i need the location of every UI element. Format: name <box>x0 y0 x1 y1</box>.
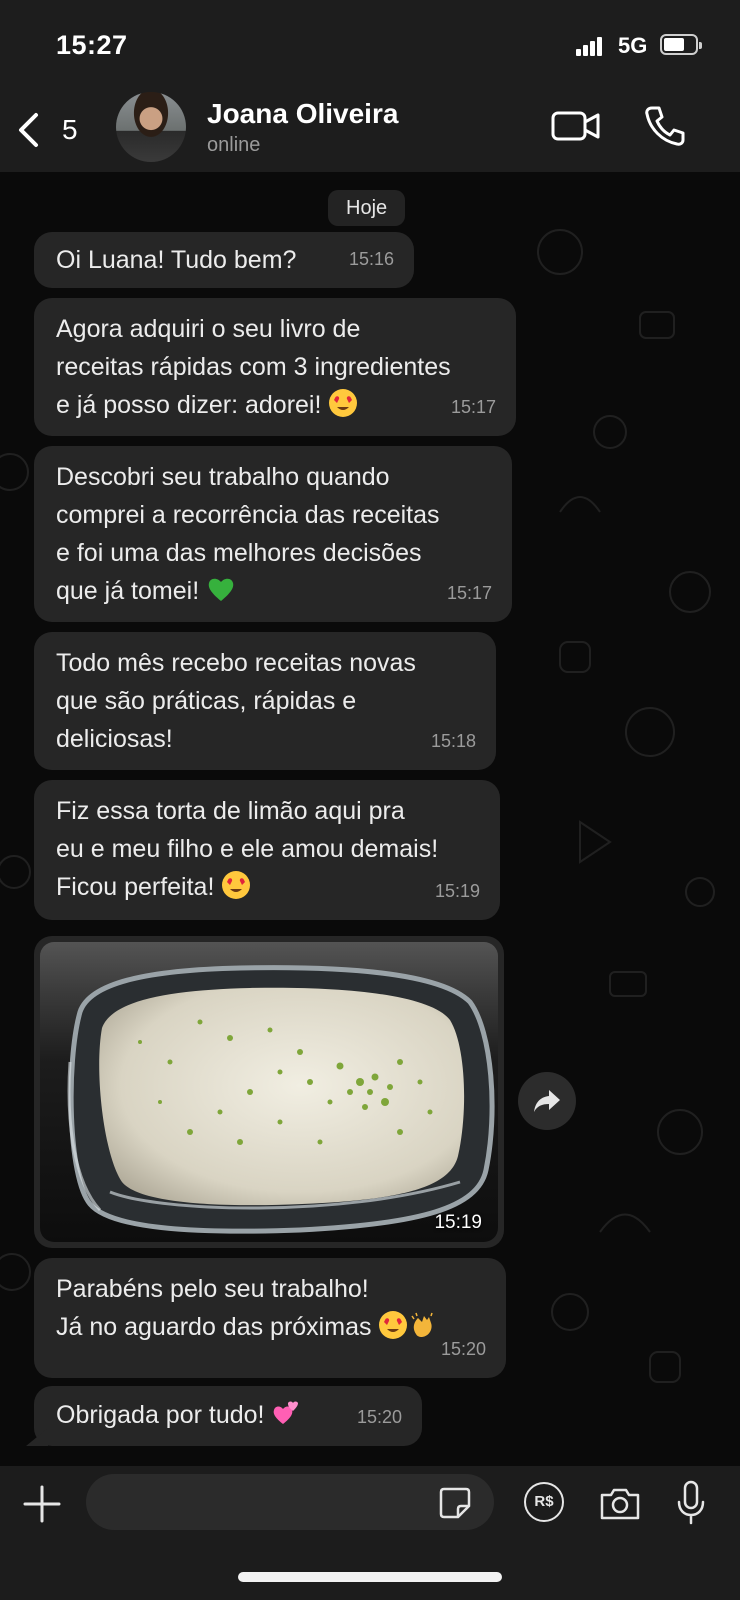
message-text: Obrigada por tudo! <box>56 1396 400 1434</box>
status-time: 15:27 <box>56 30 128 60</box>
message-time: 15:18 <box>430 731 476 751</box>
signal-icon <box>576 36 606 56</box>
message-bubble[interactable]: Parabéns pelo seu trabalho! Já no aguard… <box>34 1258 506 1378</box>
input-bar: R$ <box>0 1466 740 1600</box>
green-heart-emoji <box>208 578 234 601</box>
message-input[interactable] <box>86 1474 494 1530</box>
forward-icon <box>534 1090 560 1112</box>
message-time: 15:17 <box>446 583 492 603</box>
message-bubble[interactable]: Agora adquiri o seu livro de receitas rá… <box>34 298 516 436</box>
message-text: Fiz essa torta de limão aqui pra eu e me… <box>56 797 439 901</box>
message-time: 15:19 <box>434 881 480 901</box>
message-bubble[interactable]: Descobri seu trabalho quando comprei a r… <box>34 446 512 622</box>
message-time: 15:20 <box>356 1407 402 1427</box>
photo-message[interactable]: 15:19 <box>34 936 504 1248</box>
message-bubble[interactable]: Obrigada por tudo! 15:20 <box>26 1386 422 1446</box>
forward-button[interactable] <box>518 1072 576 1130</box>
message-bubble[interactable]: Todo mês recebo receitas novas que são p… <box>34 632 496 770</box>
heart-eyes-emoji <box>222 871 251 899</box>
camera-icon[interactable] <box>598 1486 642 1522</box>
lemon-pie-image <box>67 965 495 1234</box>
message-time: 15:16 <box>348 249 394 269</box>
heart-eyes-emoji <box>329 389 358 417</box>
chat-area[interactable]: Hoje Oi Luana! Tudo bem? 15:16 Agora adq… <box>0 172 740 1466</box>
sticker-icon[interactable] <box>438 1486 472 1520</box>
status-bar: 15:27 5G <box>0 0 740 88</box>
contact-avatar[interactable] <box>116 92 186 162</box>
message-text: Agora adquiri o seu livro de receitas rá… <box>56 315 451 419</box>
message-text: Todo mês recebo receitas novas que são p… <box>56 649 416 753</box>
message-text: Parabéns pelo seu trabalho! Já no aguard… <box>56 1270 484 1346</box>
message-time: 15:17 <box>450 397 496 417</box>
date-chip: Hoje <box>328 190 406 226</box>
message-text: Oi Luana! Tudo bem? <box>56 246 297 274</box>
two-hearts-emoji <box>274 1401 299 1424</box>
message-bubble[interactable]: Oi Luana! Tudo bem? 15:16 <box>34 232 414 288</box>
microphone-icon[interactable] <box>676 1480 706 1526</box>
chat-header: 5 Joana Oliveira online <box>0 88 740 172</box>
phone-icon[interactable] <box>642 104 686 148</box>
contact-name[interactable]: Joana Oliveira <box>207 98 398 130</box>
photo-time: 15:19 <box>434 1212 482 1233</box>
back-button[interactable]: 5 <box>16 108 86 152</box>
contact-status: online <box>207 134 261 156</box>
clapping-hands-emoji <box>411 1312 434 1337</box>
unread-count: 5 <box>62 114 78 145</box>
video-call-icon[interactable] <box>550 106 602 146</box>
battery-icon <box>660 34 702 55</box>
heart-eyes-emoji <box>379 1311 408 1339</box>
network-label: 5G <box>618 33 648 58</box>
chevron-left-icon <box>19 113 38 147</box>
message-text: Descobri seu trabalho quando comprei a r… <box>56 463 440 605</box>
plus-icon[interactable] <box>22 1484 62 1524</box>
message-time: 15:20 <box>440 1339 486 1359</box>
payment-button[interactable]: R$ <box>524 1482 564 1522</box>
home-indicator[interactable] <box>238 1572 502 1582</box>
message-bubble[interactable]: Fiz essa torta de limão aqui pra eu e me… <box>34 780 500 920</box>
lemon-pie-photo[interactable]: 15:19 <box>40 942 498 1242</box>
